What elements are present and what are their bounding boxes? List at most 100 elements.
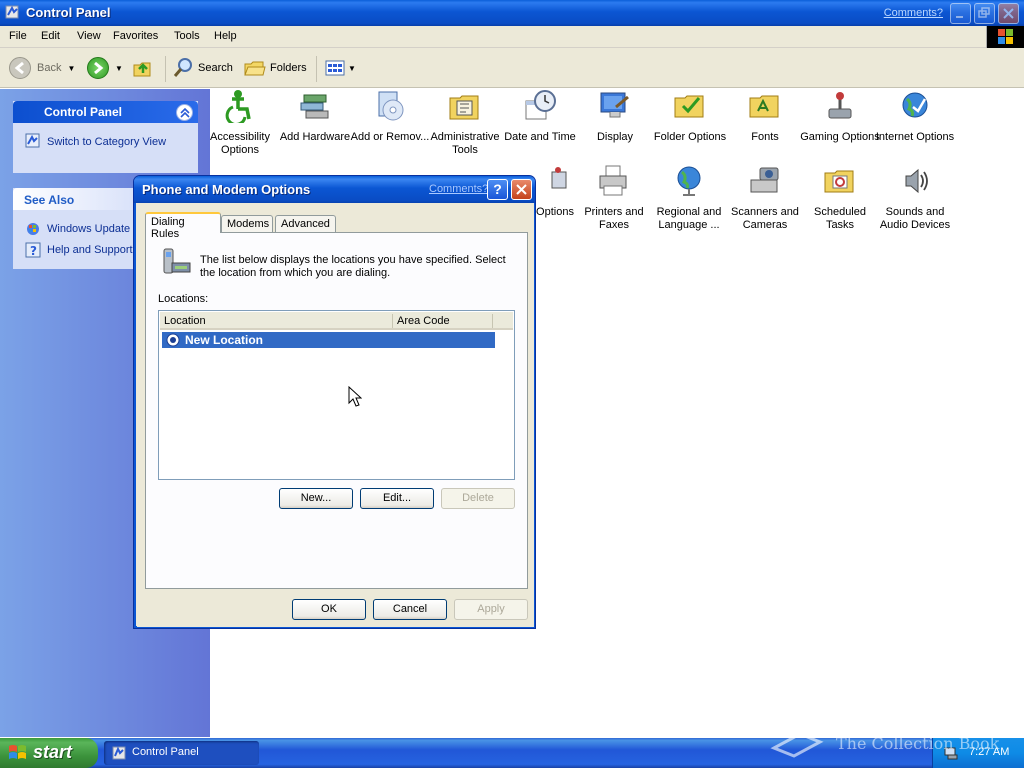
list-header: Location Area Code xyxy=(160,312,513,330)
dialog-body: Dialing Rules Modems Advanced The list b… xyxy=(137,203,534,627)
minimize-button[interactable] xyxy=(950,3,971,24)
menu-help[interactable]: Help xyxy=(214,30,237,42)
chevron-down-icon: ▼ xyxy=(348,63,356,73)
forward-arrow-icon xyxy=(87,57,109,79)
up-folder-icon xyxy=(133,62,151,77)
help-support-link[interactable]: Help and Support xyxy=(47,244,133,256)
start-button[interactable]: start xyxy=(0,738,98,768)
search-button[interactable]: Search xyxy=(172,56,233,80)
back-button[interactable]: Back ▼ xyxy=(9,56,75,80)
dialog-titlebar[interactable]: Phone and Modem Options Comments? ? xyxy=(134,176,535,203)
views-button[interactable]: ▼ xyxy=(324,56,356,80)
dialog-comments-link[interactable]: Comments? xyxy=(429,183,488,195)
administrative-tools-item[interactable]: Administrative Tools xyxy=(425,89,505,157)
search-icon xyxy=(173,58,192,77)
column-divider xyxy=(392,314,393,328)
locations-list[interactable]: Location Area Code New Location xyxy=(158,310,515,480)
phone-modem-dialog: Phone and Modem Options Comments? ? Dial… xyxy=(133,175,536,629)
internet-options-item[interactable]: Internet Options xyxy=(875,89,955,144)
folders-button[interactable]: Folders xyxy=(244,56,307,80)
radio-selected-icon xyxy=(166,333,180,347)
regional-language-item[interactable]: Regional and Language ... xyxy=(649,164,729,232)
add-hardware-item[interactable]: Add Hardware xyxy=(275,89,355,144)
date-time-item[interactable]: Date and Time xyxy=(500,89,580,144)
close-button[interactable] xyxy=(998,3,1019,24)
scanners-cameras-item[interactable]: Scanners and Cameras xyxy=(725,164,805,232)
comments-link[interactable]: Comments? xyxy=(884,7,943,19)
display-item[interactable]: Display xyxy=(575,89,655,144)
svg-text:?: ? xyxy=(30,244,37,258)
chevron-down-icon: ▼ xyxy=(67,63,76,73)
add-remove-programs-item[interactable]: Add or Remov... xyxy=(350,89,430,144)
cancel-button[interactable]: Cancel xyxy=(373,599,447,620)
dialog-help-button[interactable]: ? xyxy=(487,179,508,200)
delete-button[interactable]: Delete xyxy=(441,488,515,509)
list-row[interactable]: New Location xyxy=(161,331,496,349)
printers-faxes-icon xyxy=(599,165,627,196)
administrative-tools-icon xyxy=(449,95,479,120)
switch-view-icon xyxy=(25,133,40,148)
windows-update-link[interactable]: Windows Update xyxy=(47,223,130,235)
folder-options-item[interactable]: Folder Options xyxy=(650,89,730,144)
folder-options-icon xyxy=(674,95,704,118)
ok-button[interactable]: OK xyxy=(292,599,366,620)
intro-text: The list below displays the locations yo… xyxy=(200,254,506,279)
tab-dialing-rules[interactable]: Dialing Rules xyxy=(145,212,221,240)
menu-favorites[interactable]: Favorites xyxy=(113,30,158,42)
back-arrow-icon xyxy=(9,57,31,79)
book-watermark-icon xyxy=(770,732,824,758)
menu-tools[interactable]: Tools xyxy=(174,30,200,42)
menu-edit[interactable]: Edit xyxy=(41,30,60,42)
restore-icon xyxy=(978,7,990,18)
sounds-audio-item[interactable]: Sounds and Audio Devices xyxy=(875,164,955,232)
close-icon xyxy=(1003,8,1014,19)
mouse-cursor-icon xyxy=(348,386,362,407)
windows-logo xyxy=(986,26,1024,48)
menu-view[interactable]: View xyxy=(77,30,101,42)
control-panel-panel: Control Panel Switch to Category View xyxy=(13,101,198,173)
views-icon xyxy=(325,60,345,76)
display-icon xyxy=(600,92,629,118)
edit-button[interactable]: Edit... xyxy=(360,488,434,509)
scheduled-tasks-item[interactable]: Scheduled Tasks xyxy=(800,164,880,232)
apply-button[interactable]: Apply xyxy=(454,599,528,620)
toolbar-separator xyxy=(316,56,317,82)
restore-button[interactable] xyxy=(974,3,995,24)
add-hardware-icon xyxy=(300,94,329,119)
up-folder-button[interactable] xyxy=(132,56,154,80)
dialog-close-button[interactable] xyxy=(511,179,532,200)
collapse-button[interactable] xyxy=(176,104,193,121)
menu-file[interactable]: File xyxy=(9,30,27,42)
toolbar: Back ▼ ▼ Search Folders ▼ xyxy=(0,48,1024,88)
printers-faxes-item[interactable]: Printers and Faxes xyxy=(574,164,654,232)
control-panel-panel-header[interactable]: Control Panel xyxy=(13,101,198,123)
windows-flag-icon xyxy=(9,745,26,759)
switch-category-view-link[interactable]: Switch to Category View xyxy=(47,136,187,148)
control-panel-icon xyxy=(5,5,19,19)
date-time-icon xyxy=(525,90,556,120)
window-titlebar[interactable]: Control Panel Comments? xyxy=(0,0,1024,26)
tab-modems[interactable]: Modems xyxy=(221,215,273,233)
window-title: Control Panel xyxy=(26,5,111,20)
column-area-code[interactable]: Area Code xyxy=(397,315,450,327)
forward-button[interactable]: ▼ xyxy=(87,56,123,80)
new-button[interactable]: New... xyxy=(279,488,353,509)
scanners-cameras-icon xyxy=(750,167,779,193)
folders-icon xyxy=(244,61,266,76)
accessibility-options-item[interactable]: Accessibility Options xyxy=(200,89,280,157)
windows-update-icon xyxy=(27,223,39,235)
internet-options-icon xyxy=(902,92,928,118)
minimize-icon xyxy=(956,16,963,18)
sounds-audio-icon xyxy=(905,168,928,194)
accessibility-icon xyxy=(225,90,251,126)
column-divider xyxy=(492,314,493,328)
toolbar-separator xyxy=(165,56,166,82)
tab-advanced[interactable]: Advanced xyxy=(275,215,336,233)
chevron-up-icon xyxy=(180,108,190,118)
column-location[interactable]: Location xyxy=(164,315,206,327)
gaming-options-item[interactable]: Gaming Options xyxy=(800,89,880,144)
fonts-item[interactable]: Fonts xyxy=(725,89,805,144)
gaming-options-icon xyxy=(828,92,852,119)
add-remove-programs-icon xyxy=(378,91,404,121)
taskbar-control-panel[interactable]: Control Panel xyxy=(104,741,259,765)
